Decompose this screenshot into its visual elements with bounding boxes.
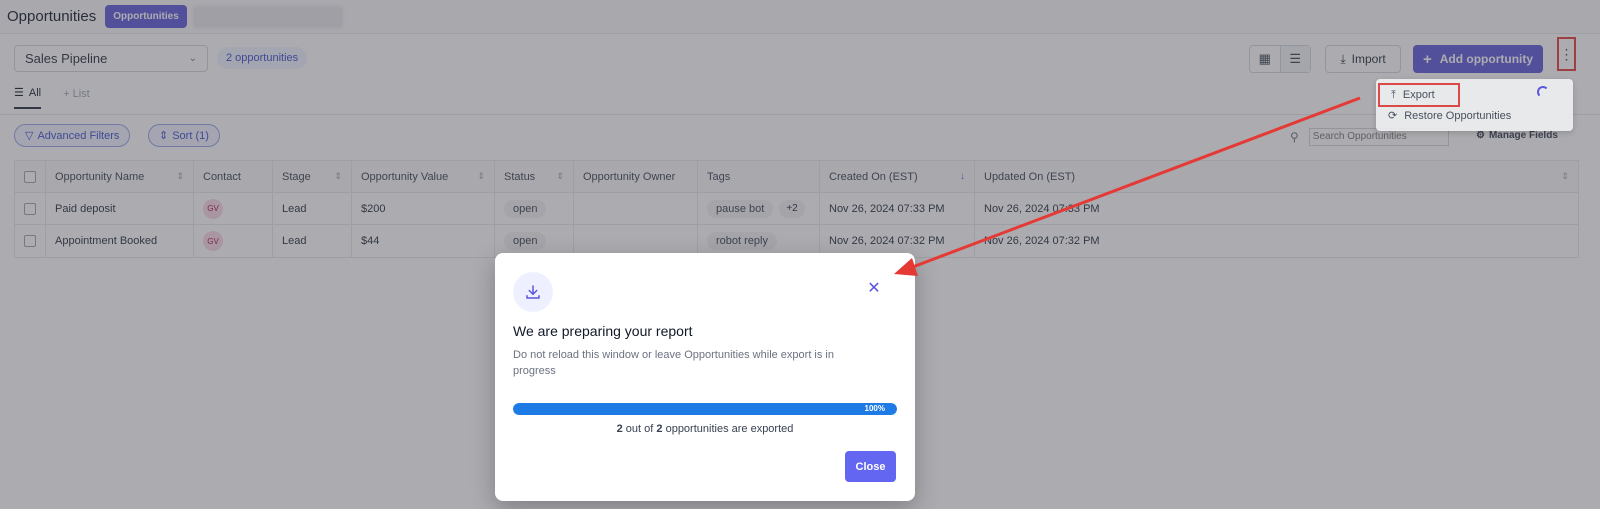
- modal-title: We are preparing your report: [513, 323, 693, 339]
- exported-count: 2: [616, 423, 623, 435]
- export-progress-modal: ✕ We are preparing your report Do not re…: [495, 253, 915, 501]
- progress-fill: 100%: [513, 403, 897, 415]
- restore-icon: ⟳: [1388, 110, 1398, 122]
- menu-item-restore[interactable]: ⟳ Restore Opportunities: [1388, 109, 1512, 123]
- menu-item-export[interactable]: ⤒ Export: [1378, 83, 1460, 107]
- download-icon: [513, 272, 553, 312]
- progress-status-text: 2 out of 2 opportunities are exported: [513, 423, 897, 435]
- close-icon[interactable]: ✕: [866, 280, 882, 297]
- loading-spinner-icon: [1537, 86, 1549, 98]
- upload-icon: ⤒: [1391, 88, 1396, 101]
- out-of-text: out of: [625, 423, 654, 435]
- menu-item-export-label: Export: [1402, 89, 1435, 101]
- menu-item-restore-label: Restore Opportunities: [1404, 109, 1512, 122]
- progress-percent: 100%: [864, 404, 885, 413]
- progress-suffix: opportunities are exported: [665, 423, 794, 435]
- close-button[interactable]: Close: [845, 451, 896, 482]
- export-progress-bar: 100%: [513, 403, 897, 415]
- total-count: 2: [656, 423, 663, 435]
- modal-description: Do not reload this window or leave Oppor…: [513, 349, 834, 377]
